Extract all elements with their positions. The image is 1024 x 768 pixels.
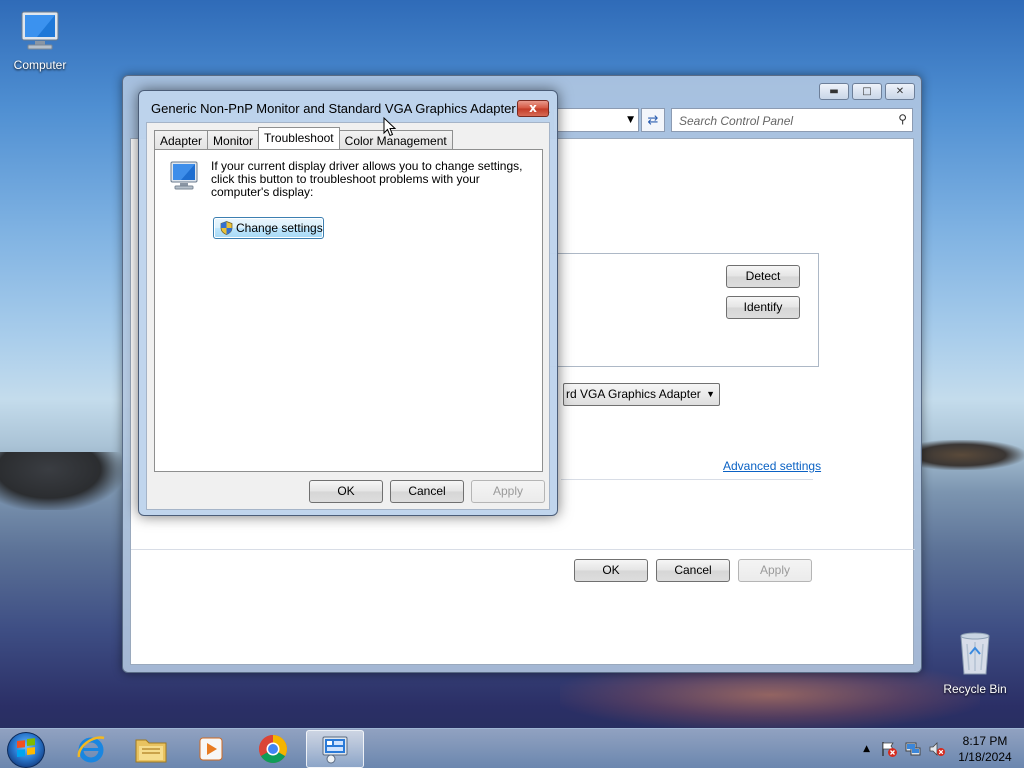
tab-strip: Adapter Monitor Troubleshoot Color Manag… <box>154 127 453 149</box>
divider <box>561 479 813 480</box>
close-icon: ✕ <box>895 86 905 97</box>
dialog-close-button[interactable]: x <box>517 100 549 117</box>
display-select[interactable]: rd VGA Graphics Adapter ▼ <box>563 383 720 406</box>
close-icon: x <box>529 101 537 115</box>
clock-date: 1/18/2024 <box>958 750 1012 764</box>
search-placeholder: Search Control Panel <box>679 114 794 128</box>
chrome-icon <box>259 735 287 763</box>
tab-monitor[interactable]: Monitor <box>207 130 260 149</box>
display-settings-icon <box>322 736 348 764</box>
dialog-title: Generic Non-PnP Monitor and Standard VGA… <box>151 101 551 116</box>
adapter-properties-dialog: Generic Non-PnP Monitor and Standard VGA… <box>138 90 558 516</box>
maximize-icon: □ <box>862 86 872 97</box>
chevron-down-icon: ▼ <box>627 115 634 125</box>
windows-explorer-icon <box>135 739 167 763</box>
internet-explorer-icon <box>77 736 105 763</box>
taskbar-windows-explorer[interactable] <box>122 730 180 768</box>
desktop-icon-label: Computer <box>13 58 67 72</box>
cancel-button[interactable]: Cancel <box>390 480 464 503</box>
troubleshoot-panel: If your current display driver allows yo… <box>154 149 543 472</box>
troubleshoot-description: If your current display driver allows yo… <box>211 159 523 199</box>
identify-button[interactable]: Identify <box>726 296 800 319</box>
detect-button[interactable]: Detect <box>726 265 800 288</box>
maximize-button[interactable]: □ <box>852 83 882 100</box>
system-tray: ▲ 8:17 PM 1/18/2024 <box>863 729 1018 768</box>
minimize-icon: ▬ <box>829 86 839 97</box>
mouse-cursor-icon <box>383 117 397 137</box>
search-icon: ⚲ <box>898 112 907 126</box>
display-select-value: rd VGA Graphics Adapter <box>566 387 701 401</box>
refresh-button[interactable]: ⇄ <box>641 108 665 132</box>
start-button[interactable] <box>7 732 45 768</box>
divider <box>131 549 915 550</box>
taskbar-media-player[interactable] <box>182 730 240 768</box>
clock-time: 8:17 PM <box>962 734 1008 748</box>
volume-muted-icon[interactable] <box>928 740 946 758</box>
dialog-body: Adapter Monitor Troubleshoot Color Manag… <box>146 122 550 510</box>
cancel-button[interactable]: Cancel <box>656 559 730 582</box>
taskbar-display-settings[interactable] <box>306 730 364 768</box>
chevron-down-icon: ▼ <box>706 389 715 399</box>
change-settings-button[interactable]: Change settings <box>213 217 324 239</box>
search-input[interactable]: Search Control Panel ⚲ <box>671 108 913 132</box>
network-icon[interactable] <box>904 740 922 758</box>
recycle-bin-icon <box>960 632 990 675</box>
ok-button[interactable]: OK <box>574 559 648 582</box>
uac-shield-icon <box>220 221 233 235</box>
tab-adapter[interactable]: Adapter <box>154 130 209 149</box>
change-settings-label: Change settings <box>236 221 323 235</box>
refresh-icon: ⇄ <box>647 112 659 128</box>
wallpaper-rocks-left <box>0 452 122 510</box>
taskbar-internet-explorer[interactable] <box>62 730 120 768</box>
minimize-button[interactable]: ▬ <box>819 83 849 100</box>
address-bar[interactable]: ▼ <box>553 108 639 132</box>
ok-button[interactable]: OK <box>309 480 383 503</box>
desktop-icon-label: Recycle Bin <box>943 682 1007 696</box>
apply-button[interactable]: Apply <box>471 480 545 503</box>
windows-logo-icon <box>17 738 35 758</box>
close-button[interactable]: ✕ <box>885 83 915 100</box>
tab-troubleshoot[interactable]: Troubleshoot <box>258 127 340 149</box>
apply-button[interactable]: Apply <box>738 559 812 582</box>
computer-icon <box>21 11 59 50</box>
advanced-settings-link[interactable]: Advanced settings <box>723 459 821 473</box>
wallpaper-rocks-right <box>920 440 1024 470</box>
taskbar-clock[interactable]: 8:17 PM 1/18/2024 <box>952 733 1018 765</box>
window-caption-buttons: ▬ □ ✕ <box>819 83 915 100</box>
action-center-flag-icon[interactable] <box>880 740 898 758</box>
taskbar: ▲ 8:17 PM 1/18/2024 <box>0 728 1024 768</box>
display-monitor-icon <box>170 161 198 190</box>
show-hidden-icons-chevron-icon[interactable]: ▲ <box>863 744 870 754</box>
desktop-icon-computer[interactable]: Computer <box>0 8 80 72</box>
media-player-icon <box>199 737 223 761</box>
desktop-icon-recycle-bin[interactable]: Recycle Bin <box>935 630 1015 696</box>
taskbar-chrome[interactable] <box>244 730 302 768</box>
